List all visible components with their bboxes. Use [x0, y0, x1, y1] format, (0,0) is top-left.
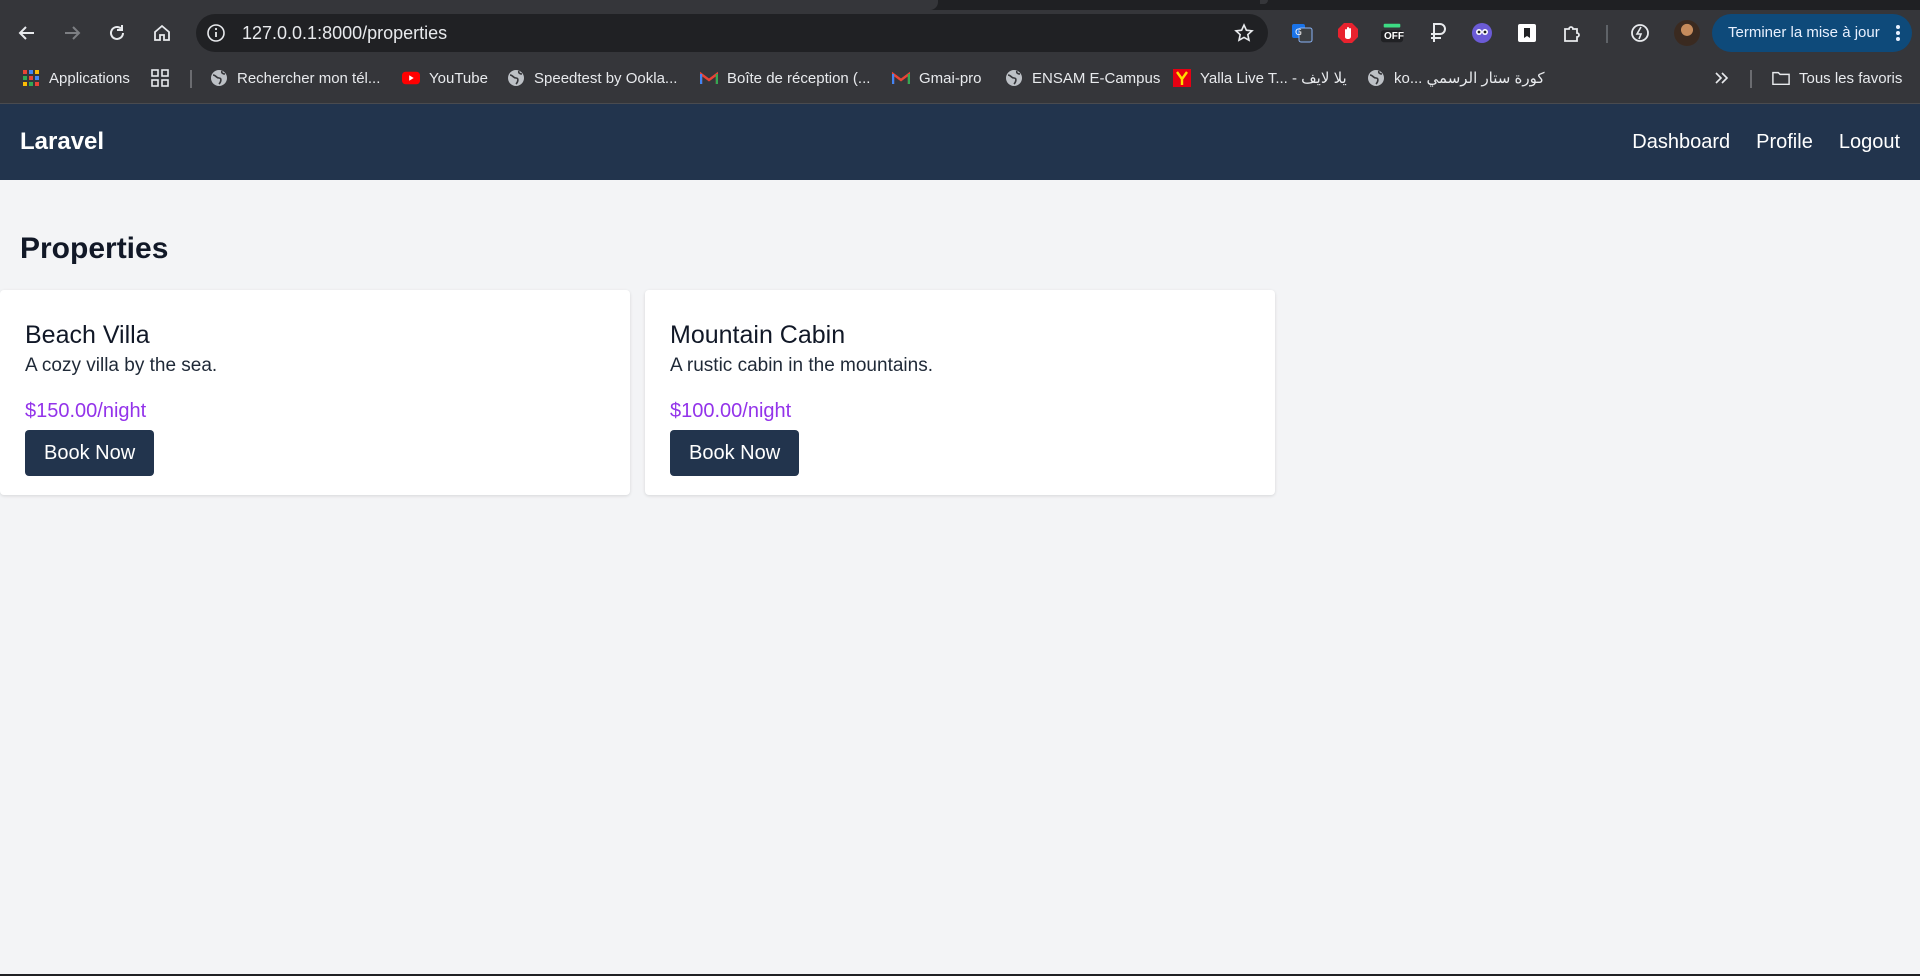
all-bookmarks-folder[interactable]: Tous les favoris [1772, 56, 1902, 100]
forward-button[interactable] [55, 16, 89, 50]
property-description: A cozy villa by the sea. [25, 355, 218, 376]
extensions-puzzle-icon[interactable] [1560, 21, 1584, 45]
tab-corner [1260, 0, 1268, 4]
nav-dashboard-link[interactable]: Dashboard [1632, 131, 1730, 154]
bookmark-label: Boîte de réception (... [727, 69, 871, 87]
reload-button[interactable] [100, 16, 134, 50]
performance-icon[interactable] [1628, 21, 1652, 45]
home-icon [154, 24, 170, 41]
bookmarks-overflow-button[interactable] [1712, 56, 1730, 100]
toolbar-separator [1606, 25, 1608, 43]
update-button-label: Terminer la mise à jour [1728, 24, 1880, 41]
bookmark-label: Gmai-pro [919, 69, 982, 87]
bookmark-label: Rechercher mon tél... [237, 69, 381, 87]
ghost-extension-icon[interactable] [1470, 21, 1494, 45]
forward-arrow-icon [65, 26, 81, 40]
address-bar[interactable]: 127.0.0.1:8000/properties [196, 14, 1268, 52]
globe-icon [1367, 69, 1385, 87]
property-card: Mountain Cabin A rustic cabin in the mou… [645, 290, 1275, 495]
brand-logo[interactable]: Laravel [20, 104, 104, 180]
globe-icon [210, 69, 228, 87]
yalla-icon [1173, 69, 1191, 87]
app-navbar: Laravel Dashboard Profile Logout [0, 104, 1920, 180]
bookmark-label: Yalla Live T... - يلا لايف [1200, 70, 1347, 87]
bookmark-gmai-pro[interactable]: Gmai-pro [892, 56, 982, 100]
bookmark-kora-star[interactable]: ko... كورة ستار الرسمي [1367, 56, 1545, 100]
translate-extension-icon[interactable]: G [1290, 21, 1314, 45]
ruble-extension-icon[interactable] [1426, 21, 1450, 45]
update-chrome-button[interactable]: Terminer la mise à jour [1712, 14, 1912, 52]
tab-strip [0, 0, 1920, 10]
nav-profile-link[interactable]: Profile [1756, 131, 1813, 154]
bookmark-star-icon[interactable] [1234, 23, 1254, 43]
apps-grid-icon [22, 69, 40, 87]
bookmarks-bar: Applications Rechercher mon tél... YouTu… [0, 56, 1920, 104]
book-now-button[interactable]: Book Now [25, 430, 155, 476]
back-arrow-icon [18, 26, 34, 40]
gmail-icon [892, 69, 910, 87]
adblock-icon[interactable] [1336, 21, 1360, 45]
all-bookmarks-label: Tous les favoris [1799, 69, 1903, 87]
page-title: Properties [20, 232, 169, 265]
off-badge-extension-icon[interactable]: OFF [1380, 21, 1404, 45]
globe-icon [1005, 69, 1023, 87]
property-description: A rustic cabin in the mountains. [670, 355, 933, 376]
nav-logout-link[interactable]: Logout [1839, 131, 1900, 154]
bookmark-label: ENSAM E-Campus [1032, 69, 1161, 87]
youtube-icon [402, 69, 420, 87]
bookmark-rechercher[interactable]: Rechercher mon tél... [210, 56, 380, 100]
back-button[interactable] [10, 16, 44, 50]
bookmark-speedtest[interactable]: Speedtest by Ookla... [507, 56, 677, 100]
bookmark-youtube[interactable]: YouTube [402, 56, 488, 100]
site-info-icon[interactable] [202, 19, 230, 47]
url-text[interactable]: 127.0.0.1:8000/properties [242, 14, 447, 52]
tab-groups-grid-icon [151, 69, 169, 87]
property-name: Mountain Cabin [670, 321, 846, 349]
chevron-double-right-icon [1712, 69, 1730, 87]
book-now-button[interactable]: Book Now [670, 430, 800, 476]
bookmark-yalla-live[interactable]: Yalla Live T... - يلا لايف [1173, 56, 1347, 100]
more-menu-icon[interactable] [1896, 25, 1900, 41]
bookmark-label: YouTube [429, 69, 488, 87]
bookmarks-separator [190, 70, 192, 88]
property-price: $150.00/night [25, 400, 147, 422]
nav-links: Dashboard Profile Logout [1606, 104, 1900, 180]
property-price: $100.00/night [670, 400, 792, 422]
profile-avatar[interactable] [1674, 20, 1700, 46]
bookmark-ensam[interactable]: ENSAM E-Campus [1005, 56, 1160, 100]
bookmark-label: Applications [49, 69, 130, 87]
home-button[interactable] [145, 16, 179, 50]
tab-groups-button[interactable] [151, 56, 169, 100]
bookmark-applications[interactable]: Applications [22, 56, 130, 100]
folder-icon [1772, 69, 1790, 87]
bookmark-label: ko... كورة ستار الرسمي [1394, 70, 1545, 87]
gmail-icon [700, 69, 718, 87]
globe-icon [507, 69, 525, 87]
bookmark-extension-icon[interactable] [1515, 21, 1539, 45]
reload-icon [110, 25, 124, 40]
bookmarks-separator [1750, 70, 1752, 88]
off-badge-label: OFF [1384, 31, 1404, 42]
svg-text:G: G [1295, 28, 1302, 38]
bookmark-boite-reception[interactable]: Boîte de réception (... [700, 56, 870, 100]
active-tab[interactable] [0, 0, 938, 10]
property-name: Beach Villa [25, 321, 150, 349]
browser-toolbar: 127.0.0.1:8000/properties G OFF Terminer… [0, 10, 1920, 56]
property-card: Beach Villa A cozy villa by the sea. $15… [0, 290, 630, 495]
bookmark-label: Speedtest by Ookla... [534, 69, 678, 87]
